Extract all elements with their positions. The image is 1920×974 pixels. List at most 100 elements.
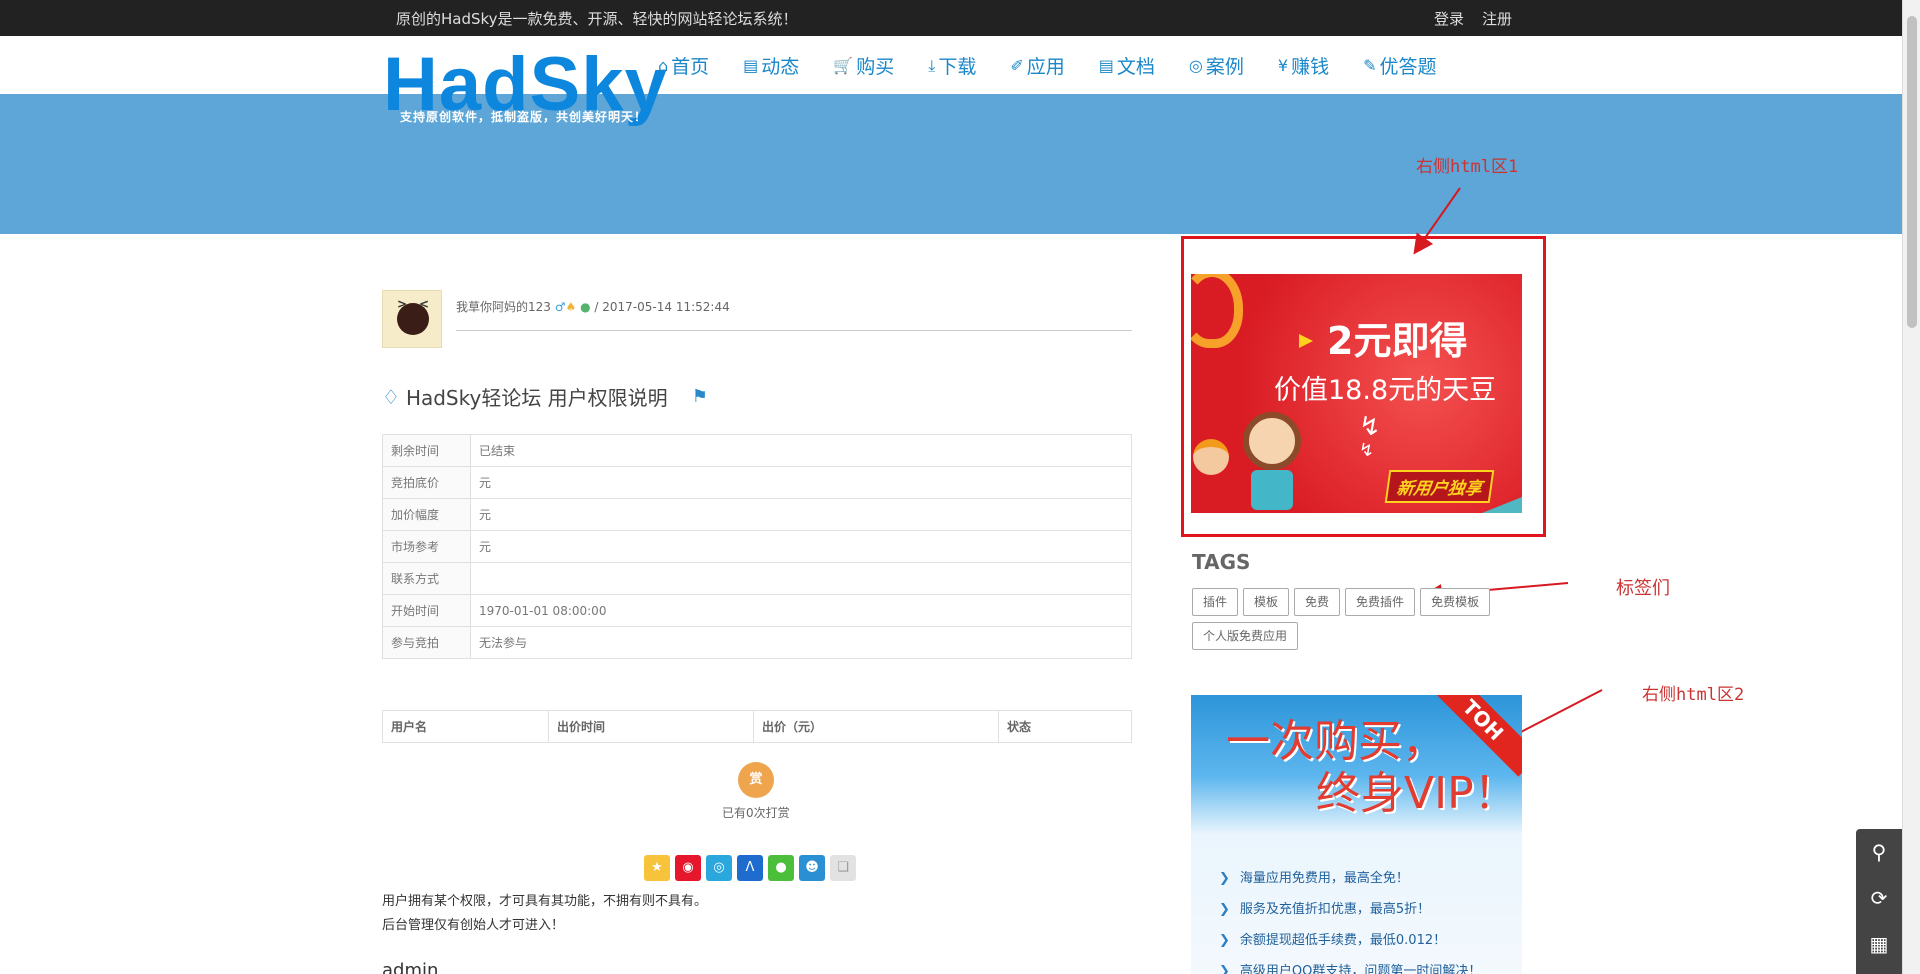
post-body-line: 用户拥有某个权限，才可具有其功能，不拥有则不具有。 (382, 894, 708, 909)
refresh-icon[interactable]: ⟳ (1856, 875, 1902, 921)
table-header-row: 用户名 出价时间 出价（元） 状态 (382, 710, 1132, 743)
nav-item-cases[interactable]: ◎ 案例 (1189, 52, 1244, 79)
nav-item-qa[interactable]: ✎ 优答题 (1363, 52, 1436, 79)
bookmark-icon[interactable]: ⚑ (692, 386, 708, 407)
balloon-icon (1191, 274, 1243, 348)
nav-item-earn[interactable]: ¥ 赚钱 (1278, 52, 1329, 79)
qzone-icon[interactable]: ★ (644, 855, 670, 881)
info-value: 元 (470, 466, 1132, 499)
renren-icon[interactable]: Λ (737, 855, 763, 881)
nav-item-docs[interactable]: ▤ 文档 (1099, 52, 1155, 79)
reward-button[interactable]: 赏 (738, 762, 774, 798)
ad1-subline: 价值18.8元的天豆 (1274, 375, 1497, 406)
nav-item-activity[interactable]: ▤ 动态 (743, 52, 799, 79)
search-icon[interactable]: ⚲ (1856, 829, 1902, 875)
tag[interactable]: 免费插件 (1345, 588, 1416, 616)
site-slogan: 支持原创软件，抵制盗版，共创美好明天！ (400, 110, 648, 124)
info-value: 元 (470, 530, 1132, 563)
scrollbar-thumb[interactable] (1907, 16, 1917, 328)
auth-links: 登录 注册 (1434, 8, 1512, 29)
ad2-feature: 余额提现超低手续费，最低0.012！ (1219, 925, 1481, 956)
post-title: HadSky轻论坛 用户权限说明 (405, 386, 668, 410)
child-small-icon (1193, 439, 1229, 475)
login-link[interactable]: 登录 (1434, 8, 1464, 29)
scrollbar[interactable] (1902, 0, 1920, 974)
nav-item-download[interactable]: ⤓ 下载 (928, 52, 976, 79)
info-key: 开始时间 (382, 594, 471, 627)
tag[interactable]: 免费 (1294, 588, 1341, 616)
ad2-feature: 高级用户QQ群支持，问题第一时间解决！ (1219, 956, 1481, 974)
tencent-weibo-icon[interactable]: ◎ (706, 855, 732, 881)
tag[interactable]: 免费模板 (1420, 588, 1491, 616)
tag-list: 插件 模板 免费 免费插件 免费模板 个人版免费应用 (1192, 588, 1522, 650)
post-title-row: ♢ HadSky轻论坛 用户权限说明 ⚑ (382, 382, 708, 411)
info-value: 元 (470, 498, 1132, 531)
book-icon: ▤ (1098, 56, 1114, 75)
info-key: 剩余时间 (382, 434, 471, 467)
tags-title: TAGS (1192, 550, 1251, 574)
nav-item-apps[interactable]: ✐ 应用 (1010, 52, 1064, 79)
bid-table: 用户名 出价时间 出价（元） 状态 (382, 710, 1132, 743)
nav-label: 案例 (1205, 56, 1244, 78)
column-header: 出价（元） (753, 710, 999, 743)
table-row: 开始时间 1970-01-01 08:00:00 (382, 594, 1132, 627)
floating-toolbar: ⚲ ⟳ ▦ (1856, 829, 1902, 974)
post-body-line: 后台管理仅有创始人才可进入！ (382, 918, 565, 933)
table-row: 加价幅度元 (382, 498, 1132, 531)
nav-item-home[interactable]: ⌂ 首页 (658, 52, 709, 79)
register-link[interactable]: 注册 (1482, 8, 1512, 29)
yen-icon: ¥ (1277, 56, 1289, 75)
nav-label: 优答题 (1379, 56, 1437, 78)
nav-label: 文档 (1116, 56, 1155, 78)
table-row: 市场参考元 (382, 530, 1132, 563)
cart-icon: 🛒 (833, 56, 854, 75)
home-icon: ⌂ (658, 56, 669, 75)
ad1-badge: 新用户独享 (1384, 470, 1495, 503)
plugin-icon: ✐ (1010, 56, 1024, 75)
ad1-corner-strip (1482, 497, 1522, 513)
page: 原创的HadSky是一款免费、开源、轻快的网站轻论坛系统！ 登录 注册 HadS… (0, 0, 1920, 974)
new-user-ad-banner[interactable]: 2元即得 价值18.8元的天豆 ↯ ↯ 新用户独享 (1191, 274, 1522, 513)
qq-icon[interactable]: ☻ (799, 855, 825, 881)
qrcode-icon[interactable]: ▦ (1856, 921, 1902, 967)
table-row: 参与竞拍 无法参与 (382, 626, 1132, 659)
info-key: 竞拍底价 (382, 466, 471, 499)
author-name[interactable]: 我草你阿妈的123 (456, 300, 551, 314)
annotation-right-html-2: 右侧html区2 (1642, 685, 1745, 705)
child-icon (1243, 412, 1301, 470)
auction-info-table: 剩余时间 已结束 竞拍底价元 加价幅度元 市场参考元 联系方式 开始时间 1970-… (382, 434, 1132, 659)
nav-label: 赚钱 (1291, 56, 1330, 78)
vip-ad-banner[interactable]: 一次购买， 终身VIP！ TOH 海量应用免费用，最高全免！ 服务及充值折扣优惠… (1191, 695, 1522, 974)
face-icon (397, 303, 429, 335)
info-value: 已结束 (470, 434, 1132, 467)
ad2-feature: 服务及充值折扣优惠，最高5折！ (1219, 894, 1481, 925)
top-bar: 原创的HadSky是一款免费、开源、轻快的网站轻论坛系统！ 登录 注册 (0, 0, 1902, 36)
annotation-right-html-1: 右侧html区1 (1416, 157, 1519, 177)
copy-icon[interactable]: ❏ (830, 855, 856, 881)
lightning-icon: ↯ (1359, 440, 1375, 461)
column-header: 出价时间 (548, 710, 754, 743)
reward-count: 已有0次打赏 (722, 806, 790, 820)
table-row: 剩余时间 已结束 (382, 434, 1132, 467)
wechat-icon[interactable]: ● (768, 855, 794, 881)
diamond-icon: ♢ (382, 384, 400, 409)
weibo-icon[interactable]: ◉ (675, 855, 701, 881)
tag[interactable]: 模板 (1243, 588, 1290, 616)
avatar[interactable]: > < (382, 290, 442, 348)
ad2-line2: 终身VIP！ (1316, 768, 1518, 819)
annotation-tags: 标签们 (1616, 578, 1670, 599)
info-key: 联系方式 (382, 562, 471, 595)
ad1-headline: 2元即得 (1327, 319, 1468, 363)
child-body-icon (1251, 470, 1293, 510)
male-icon: ♂ (554, 300, 566, 314)
nav-label: 动态 (761, 56, 800, 78)
tag[interactable]: 个人版免费应用 (1192, 622, 1299, 650)
nav-label: 下载 (938, 56, 977, 78)
info-value (470, 562, 1132, 595)
activity-icon: ▤ (743, 56, 759, 75)
main-nav: ⌂ 首页 ▤ 动态 🛒 购买 ⤓ 下载 ✐ 应用 ▤ 文档 ◎ 案例 ¥ 赚钱 ✎ 优答题 (658, 52, 1437, 79)
post-meta: 我草你阿妈的123 ♂♠ ● / 2017-05-14 11:52:44 (456, 298, 730, 315)
table-row: 竞拍底价元 (382, 466, 1132, 499)
nav-item-buy[interactable]: 🛒 购买 (833, 52, 894, 79)
tag[interactable]: 插件 (1192, 588, 1239, 616)
